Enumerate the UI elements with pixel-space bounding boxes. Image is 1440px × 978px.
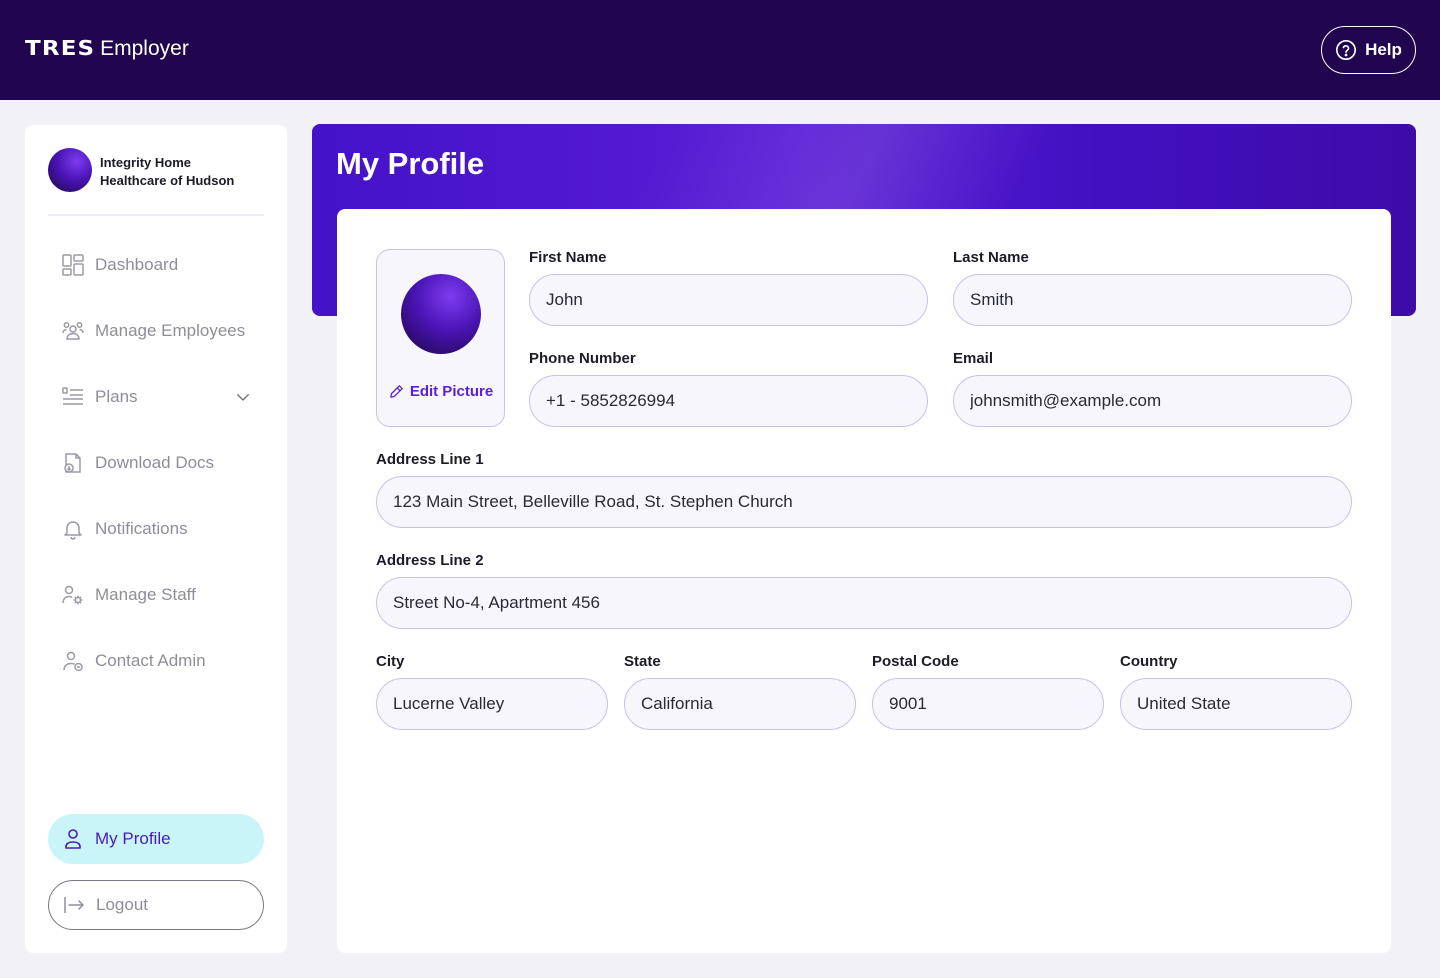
brand[interactable]: TRES Employer: [25, 36, 189, 61]
email-label: Email: [953, 350, 994, 367]
bell-icon: [64, 521, 82, 540]
dashboard-icon: [62, 254, 84, 276]
page-title: My Profile: [336, 146, 485, 181]
postal-code-field[interactable]: [872, 678, 1104, 730]
sidebar-item-dashboard[interactable]: Dashboard: [48, 232, 264, 298]
edit-picture-button[interactable]: Edit Picture: [377, 380, 504, 402]
sidebar-item-label: Plans: [95, 387, 138, 406]
profile-label: My Profile: [95, 829, 171, 848]
address-line-2-field[interactable]: [376, 577, 1352, 629]
edit-picture-label: Edit Picture: [409, 382, 494, 400]
first-name-label: First Name: [529, 249, 607, 266]
email-field[interactable]: [953, 375, 1352, 427]
profile-avatar: [401, 274, 481, 354]
sidebar-item-label: Dashboard: [95, 255, 179, 274]
help-button[interactable]: Help: [1321, 26, 1416, 74]
country-field[interactable]: [1120, 678, 1352, 730]
sidebar-item-my-profile[interactable]: My Profile: [48, 814, 264, 864]
sidebar-nav: Dashboard Manage Employees Plans Downloa…: [48, 232, 264, 694]
sidebar-item-contact-admin[interactable]: Contact Admin: [48, 628, 264, 694]
sidebar-item-manage-employees[interactable]: Manage Employees: [48, 298, 264, 364]
sidebar-item-label: Download Docs: [95, 453, 215, 472]
sidebar-item-label: Contact Admin: [95, 651, 206, 670]
city-label: City: [376, 653, 405, 670]
plans-icon: [62, 387, 83, 405]
last-name-field[interactable]: [953, 274, 1352, 326]
city-field[interactable]: [376, 678, 608, 730]
sidebar-item-notifications[interactable]: Notifications: [48, 496, 264, 562]
state-label: State: [624, 653, 661, 670]
sidebar: Integrity Home Healthcare of Hudson Dash…: [25, 125, 287, 953]
chevron-down-icon[interactable]: [234, 388, 252, 406]
profile-picture-box: Edit Picture: [376, 249, 505, 427]
address-line-1-field[interactable]: [376, 476, 1352, 528]
sidebar-item-download-docs[interactable]: Download Docs: [48, 430, 264, 496]
phone-number-label: Phone Number: [529, 350, 636, 367]
state-field[interactable]: [624, 678, 856, 730]
staff-gear-icon: [62, 585, 83, 605]
sidebar-item-label: Notifications: [95, 519, 188, 538]
sidebar-item-label: Manage Employees: [95, 321, 246, 340]
top-bar: TRES Employer Help: [0, 0, 1440, 100]
postal-code-label: Postal Code: [872, 653, 959, 670]
pencil-icon: [390, 384, 403, 398]
organization-avatar: [48, 148, 92, 192]
country-label: Country: [1120, 653, 1178, 670]
last-name-label: Last Name: [953, 249, 1029, 266]
employees-icon: [62, 322, 84, 340]
logout-icon: [64, 897, 84, 913]
download-doc-icon: [64, 453, 81, 473]
profile-card: Edit Picture First Name Last Name Phone …: [337, 209, 1391, 953]
first-name-field[interactable]: [529, 274, 928, 326]
logout-button[interactable]: Logout: [48, 880, 264, 930]
organization-name: Integrity Home Healthcare of Hudson: [100, 155, 235, 188]
organization-header: Integrity Home Healthcare of Hudson: [48, 148, 264, 216]
address-line-1-label: Address Line 1: [376, 451, 484, 468]
help-label: Help: [1365, 40, 1402, 59]
phone-number-field[interactable]: [529, 375, 928, 427]
sidebar-item-label: Manage Staff: [95, 585, 196, 604]
brand-logo: TRES: [25, 36, 96, 60]
contact-admin-icon: [63, 651, 83, 672]
sidebar-item-manage-staff[interactable]: Manage Staff: [48, 562, 264, 628]
brand-name: Employer: [100, 37, 189, 60]
address-line-2-label: Address Line 2: [376, 552, 484, 569]
user-icon: [65, 829, 81, 849]
question-circle-icon: [1336, 40, 1357, 60]
logout-label: Logout: [96, 895, 148, 914]
sidebar-item-plans[interactable]: Plans: [48, 364, 264, 430]
